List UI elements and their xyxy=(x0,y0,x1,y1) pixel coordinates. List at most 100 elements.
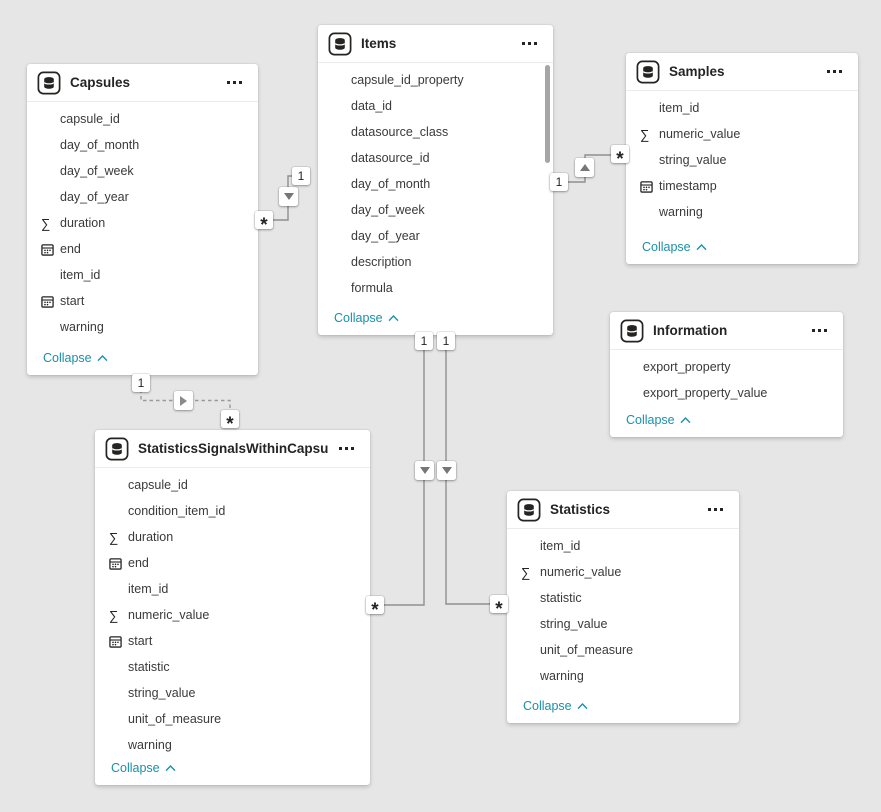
field-row[interactable]: day_of_year xyxy=(318,223,553,249)
field-row[interactable]: start xyxy=(95,628,370,654)
field-row[interactable]: statistic xyxy=(95,654,370,680)
chevron-up-icon xyxy=(388,315,399,322)
field-name: end xyxy=(128,556,149,570)
collapse-link[interactable]: Collapse xyxy=(626,240,858,264)
table-header[interactable]: Information xyxy=(610,312,843,350)
field-row[interactable]: day_of_week xyxy=(318,197,553,223)
field-name: day_of_month xyxy=(60,138,139,152)
field-row[interactable]: statistic xyxy=(507,585,739,611)
chevron-up-icon xyxy=(97,355,108,362)
calendar-icon xyxy=(41,243,60,256)
field-row[interactable]: datasource_id xyxy=(318,145,553,171)
field-row[interactable]: ∑numeric_value xyxy=(626,121,858,147)
field-row[interactable]: capsule_id xyxy=(27,106,258,132)
field-list: item_id∑numeric_value statistic string_val… xyxy=(507,529,739,689)
field-row[interactable]: start xyxy=(27,288,258,314)
field-row[interactable]: warning xyxy=(95,732,370,758)
collapse-link[interactable]: Collapse xyxy=(27,351,258,375)
sigma-icon: ∑ xyxy=(41,216,60,231)
cardinality-badge-one: 1 xyxy=(437,332,455,350)
field-row[interactable]: day_of_year xyxy=(27,184,258,210)
field-row[interactable]: end xyxy=(95,550,370,576)
field-name: data_id xyxy=(351,99,392,113)
field-name: capsule_id xyxy=(60,112,120,126)
field-row[interactable]: data_id xyxy=(318,93,553,119)
table-header[interactable]: Statistics xyxy=(507,491,739,529)
field-row[interactable]: item_id xyxy=(507,533,739,559)
relationship-arrow-up-icon[interactable] xyxy=(575,158,594,177)
field-name: day_of_week xyxy=(60,164,134,178)
field-row[interactable]: warning xyxy=(626,199,858,225)
collapse-link[interactable]: Collapse xyxy=(318,311,553,335)
table-card-information[interactable]: Informationexport_propertyexport_propert… xyxy=(610,312,843,437)
model-view-canvas[interactable]: Capsulescapsule_idday_of_monthday_of_wee… xyxy=(0,0,881,812)
field-row[interactable]: capsule_id_property xyxy=(318,67,553,93)
field-row[interactable]: description xyxy=(318,249,553,275)
sigma-icon: ∑ xyxy=(109,530,128,545)
table-icon xyxy=(105,437,129,461)
field-row[interactable]: capsule_id xyxy=(95,472,370,498)
field-row[interactable]: ∑numeric_value xyxy=(95,602,370,628)
field-row[interactable]: datasource_class xyxy=(318,119,553,145)
field-row[interactable]: day_of_month xyxy=(27,132,258,158)
table-card-statisticssignalswithincapsules[interactable]: StatisticsSignalsWithinCapsules capsule_i… xyxy=(95,430,370,785)
collapse-link[interactable]: Collapse xyxy=(507,699,739,723)
field-row[interactable]: export_property xyxy=(610,354,843,380)
table-title: Samples xyxy=(669,64,817,79)
field-list: capsule_id day_of_month day_of_week day_of_… xyxy=(27,102,258,340)
field-row[interactable]: ∑duration xyxy=(95,524,370,550)
cardinality-badge-one: 1 xyxy=(550,173,568,191)
field-row[interactable]: warning xyxy=(507,663,739,689)
field-row[interactable]: day_of_week xyxy=(27,158,258,184)
field-name: start xyxy=(60,294,84,308)
table-header[interactable]: StatisticsSignalsWithinCapsules xyxy=(95,430,370,468)
field-row[interactable]: end xyxy=(27,236,258,262)
field-row[interactable]: string_value xyxy=(507,611,739,637)
table-card-statistics[interactable]: Statistics item_id∑numeric_value statistic… xyxy=(507,491,739,723)
more-options-icon[interactable] xyxy=(812,325,827,336)
field-row[interactable]: ∑duration xyxy=(27,210,258,236)
table-header[interactable]: Samples xyxy=(626,53,858,91)
field-row[interactable]: unit_of_measure xyxy=(507,637,739,663)
table-header[interactable]: Capsules xyxy=(27,64,258,102)
field-row[interactable]: string_value xyxy=(626,147,858,173)
relationship-arrow-down-icon[interactable] xyxy=(279,187,298,206)
collapse-link[interactable]: Collapse xyxy=(610,413,843,437)
field-row[interactable]: item_id xyxy=(27,262,258,288)
more-options-icon[interactable] xyxy=(522,38,537,49)
collapse-link[interactable]: Collapse xyxy=(95,761,370,785)
field-row[interactable]: unit_of_measure xyxy=(95,706,370,732)
field-list: export_propertyexport_property_value xyxy=(610,350,843,406)
more-options-icon[interactable] xyxy=(339,443,354,454)
field-row[interactable]: item_id xyxy=(95,576,370,602)
field-row[interactable]: ∑numeric_value xyxy=(507,559,739,585)
relationship-arrow-right-icon[interactable] xyxy=(174,391,193,410)
field-row[interactable]: day_of_month xyxy=(318,171,553,197)
table-card-samples[interactable]: Samples item_id∑numeric_value string_value… xyxy=(626,53,858,264)
field-row[interactable]: formula xyxy=(318,275,553,301)
more-options-icon[interactable] xyxy=(827,66,842,77)
field-row[interactable]: item_id xyxy=(626,95,858,121)
more-options-icon[interactable] xyxy=(708,504,723,515)
scrollbar-thumb[interactable] xyxy=(545,65,550,163)
table-card-capsules[interactable]: Capsules capsule_id day_of_month day_of_wee… xyxy=(27,64,258,375)
field-row[interactable]: timestamp xyxy=(626,173,858,199)
field-name: start xyxy=(128,634,152,648)
field-row[interactable]: condition_item_id xyxy=(95,498,370,524)
table-header[interactable]: Items xyxy=(318,25,553,63)
more-options-icon[interactable] xyxy=(227,77,242,88)
table-card-items[interactable]: Items capsule_id_property data_id datasourc… xyxy=(318,25,553,335)
relationship-arrow-down-icon[interactable] xyxy=(437,461,456,480)
table-icon xyxy=(328,32,352,56)
sigma-icon: ∑ xyxy=(521,565,540,580)
field-name: capsule_id xyxy=(128,478,188,492)
field-row[interactable]: export_property_value xyxy=(610,380,843,406)
field-name: statistic xyxy=(540,591,582,605)
relationship-arrow-down-icon[interactable] xyxy=(415,461,434,480)
field-name: string_value xyxy=(659,153,726,167)
calendar-icon xyxy=(640,180,659,193)
table-icon xyxy=(636,60,660,84)
field-row[interactable]: string_value xyxy=(95,680,370,706)
collapse-label: Collapse xyxy=(43,351,92,365)
field-row[interactable]: warning xyxy=(27,314,258,340)
